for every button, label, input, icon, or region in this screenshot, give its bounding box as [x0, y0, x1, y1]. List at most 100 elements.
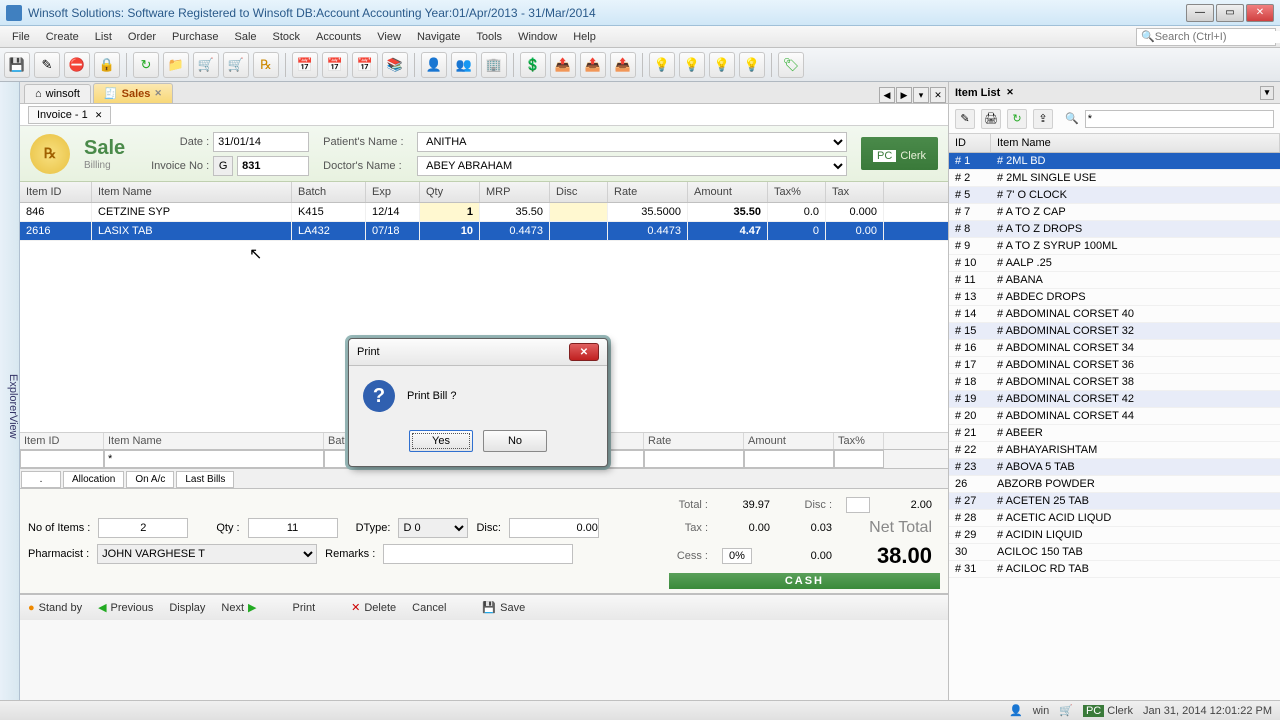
bulb2-icon[interactable]: 💡 — [679, 52, 705, 78]
edit-icon[interactable]: ✎ — [955, 109, 975, 129]
item-row[interactable]: # 21# ABEER — [949, 425, 1280, 442]
item-row[interactable]: # 28# ACETIC ACID LIQUD — [949, 510, 1280, 527]
delete-button[interactable]: ✕Delete — [351, 601, 396, 614]
cancel-button[interactable]: Cancel — [412, 602, 446, 614]
item-row[interactable]: # 7# A TO Z CAP — [949, 204, 1280, 221]
users-icon[interactable]: 👥 — [451, 52, 477, 78]
item-row[interactable]: # 2# 2ML SINGLE USE — [949, 170, 1280, 187]
menu-file[interactable]: File — [4, 29, 38, 45]
user-icon[interactable]: 👤 — [421, 52, 447, 78]
global-search-input[interactable] — [1155, 31, 1280, 43]
close-all-icon[interactable]: ✕ — [930, 87, 946, 103]
item-row[interactable]: # 15# ABDOMINAL CORSET 32 — [949, 323, 1280, 340]
disc-box[interactable] — [846, 497, 870, 513]
minimize-button[interactable]: — — [1186, 4, 1214, 22]
ftab-allocation[interactable]: Allocation — [63, 471, 124, 488]
grid-row[interactable]: 846CETZINE SYPK415 12/14135.50 35.500035… — [20, 203, 948, 222]
display-button[interactable]: Display — [169, 602, 205, 614]
item-grid[interactable]: # 1# 2ML BD# 2# 2ML SINGLE USE# 5# 7' O … — [949, 153, 1280, 700]
nav-left-icon[interactable]: ◀ — [879, 87, 895, 103]
invoice-no-input[interactable] — [237, 156, 309, 176]
menu-accounts[interactable]: Accounts — [308, 29, 369, 45]
save-icon[interactable]: 💾 — [4, 52, 30, 78]
item-row[interactable]: # 20# ABDOMINAL CORSET 44 — [949, 408, 1280, 425]
menu-window[interactable]: Window — [510, 29, 565, 45]
explorer-view-tab[interactable]: ExplorerView — [0, 82, 20, 700]
item-row[interactable]: # 29# ACIDIN LIQUID — [949, 527, 1280, 544]
item-row[interactable]: # 27# ACETEN 25 TAB — [949, 493, 1280, 510]
menu-help[interactable]: Help — [565, 29, 604, 45]
cal1-icon[interactable]: 📅 — [292, 52, 318, 78]
lock-icon[interactable]: 🔒 — [94, 52, 120, 78]
date-input[interactable] — [213, 132, 309, 152]
item-row[interactable]: # 18# ABDOMINAL CORSET 38 — [949, 374, 1280, 391]
clear-icon[interactable]: ✎ — [34, 52, 60, 78]
tab-sales[interactable]: 🧾 Sales ✕ — [93, 83, 173, 103]
dialog-yes-button[interactable]: Yes — [409, 430, 473, 452]
dialog-close-button[interactable]: ✕ — [569, 343, 599, 361]
global-search[interactable]: 🔍 — [1136, 28, 1276, 46]
bulb3-icon[interactable]: 💡 — [709, 52, 735, 78]
menu-order[interactable]: Order — [120, 29, 164, 45]
dropdown-icon[interactable]: ▾ — [913, 87, 929, 103]
building-icon[interactable]: 🏢 — [481, 52, 507, 78]
share-icon[interactable]: 📤 — [550, 52, 576, 78]
dialog-no-button[interactable]: No — [483, 430, 547, 452]
patient-select[interactable]: ANITHA — [417, 132, 847, 152]
item-row[interactable]: # 19# ABDOMINAL CORSET 42 — [949, 391, 1280, 408]
money-icon[interactable]: 💲 — [520, 52, 546, 78]
previous-button[interactable]: ◀Previous — [98, 601, 153, 614]
item-row[interactable]: # 8# A TO Z DROPS — [949, 221, 1280, 238]
window-close-button[interactable]: ✕ — [1246, 4, 1274, 22]
menu-tools[interactable]: Tools — [468, 29, 510, 45]
item-search-input[interactable] — [1085, 110, 1274, 128]
item-row[interactable]: # 17# ABDOMINAL CORSET 36 — [949, 357, 1280, 374]
refresh-icon[interactable]: ↻ — [133, 52, 159, 78]
ftab-dot[interactable]: . — [21, 471, 61, 488]
menu-navigate[interactable]: Navigate — [409, 29, 468, 45]
tag-icon[interactable]: 🏷 — [778, 52, 804, 78]
item-row[interactable]: # 11# ABANA — [949, 272, 1280, 289]
payment-mode[interactable]: CASH — [669, 573, 940, 589]
close-icon[interactable]: ✕ — [95, 110, 103, 120]
item-row[interactable]: # 9# A TO Z SYRUP 100ML — [949, 238, 1280, 255]
entry-itemname[interactable] — [104, 450, 324, 468]
entry-taxp[interactable] — [834, 450, 884, 468]
export-icon[interactable]: ⇪ — [1033, 109, 1053, 129]
close-icon[interactable]: ✕ — [154, 88, 162, 99]
menu-create[interactable]: Create — [38, 29, 87, 45]
book-icon[interactable]: 📚 — [382, 52, 408, 78]
item-row[interactable]: # 13# ABDEC DROPS — [949, 289, 1280, 306]
entry-rate[interactable] — [644, 450, 744, 468]
cart-icon[interactable]: 🛒 — [193, 52, 219, 78]
rx-icon[interactable]: ℞ — [253, 52, 279, 78]
print-icon[interactable]: 🖨 — [981, 109, 1001, 129]
tab-winsoft[interactable]: ⌂ winsoft — [24, 84, 91, 103]
ftab-lastbills[interactable]: Last Bills — [176, 471, 234, 488]
dtype-select[interactable]: D 0 — [398, 518, 468, 538]
menu-purchase[interactable]: Purchase — [164, 29, 226, 45]
no-items[interactable] — [98, 518, 188, 538]
save-button[interactable]: 💾Save — [482, 601, 525, 614]
grid-row-selected[interactable]: 2616LASIX TABLA432 07/18100.4473 0.44734… — [20, 222, 948, 241]
subtab-invoice[interactable]: Invoice - 1 ✕ — [28, 106, 111, 124]
print-button[interactable]: Print — [293, 602, 316, 614]
maximize-button[interactable]: ▭ — [1216, 4, 1244, 22]
menu-view[interactable]: View — [369, 29, 409, 45]
entry-itemid[interactable] — [20, 450, 104, 468]
total-qty[interactable] — [248, 518, 338, 538]
bulb4-icon[interactable]: 💡 — [739, 52, 765, 78]
remarks-input[interactable] — [383, 544, 573, 564]
invoice-prefix[interactable] — [213, 156, 233, 176]
menu-stock[interactable]: Stock — [265, 29, 309, 45]
expand-icon[interactable]: ▾ — [1260, 86, 1274, 100]
bulb1-icon[interactable]: 💡 — [649, 52, 675, 78]
item-row[interactable]: # 14# ABDOMINAL CORSET 40 — [949, 306, 1280, 323]
menu-list[interactable]: List — [87, 29, 120, 45]
nav-right-icon[interactable]: ▶ — [896, 87, 912, 103]
item-row[interactable]: # 10# AALP .25 — [949, 255, 1280, 272]
item-row[interactable]: # 22# ABHAYARISHTAM — [949, 442, 1280, 459]
entry-amount[interactable] — [744, 450, 834, 468]
item-row[interactable]: # 31# ACILOC RD TAB — [949, 561, 1280, 578]
disc-input[interactable] — [509, 518, 599, 538]
